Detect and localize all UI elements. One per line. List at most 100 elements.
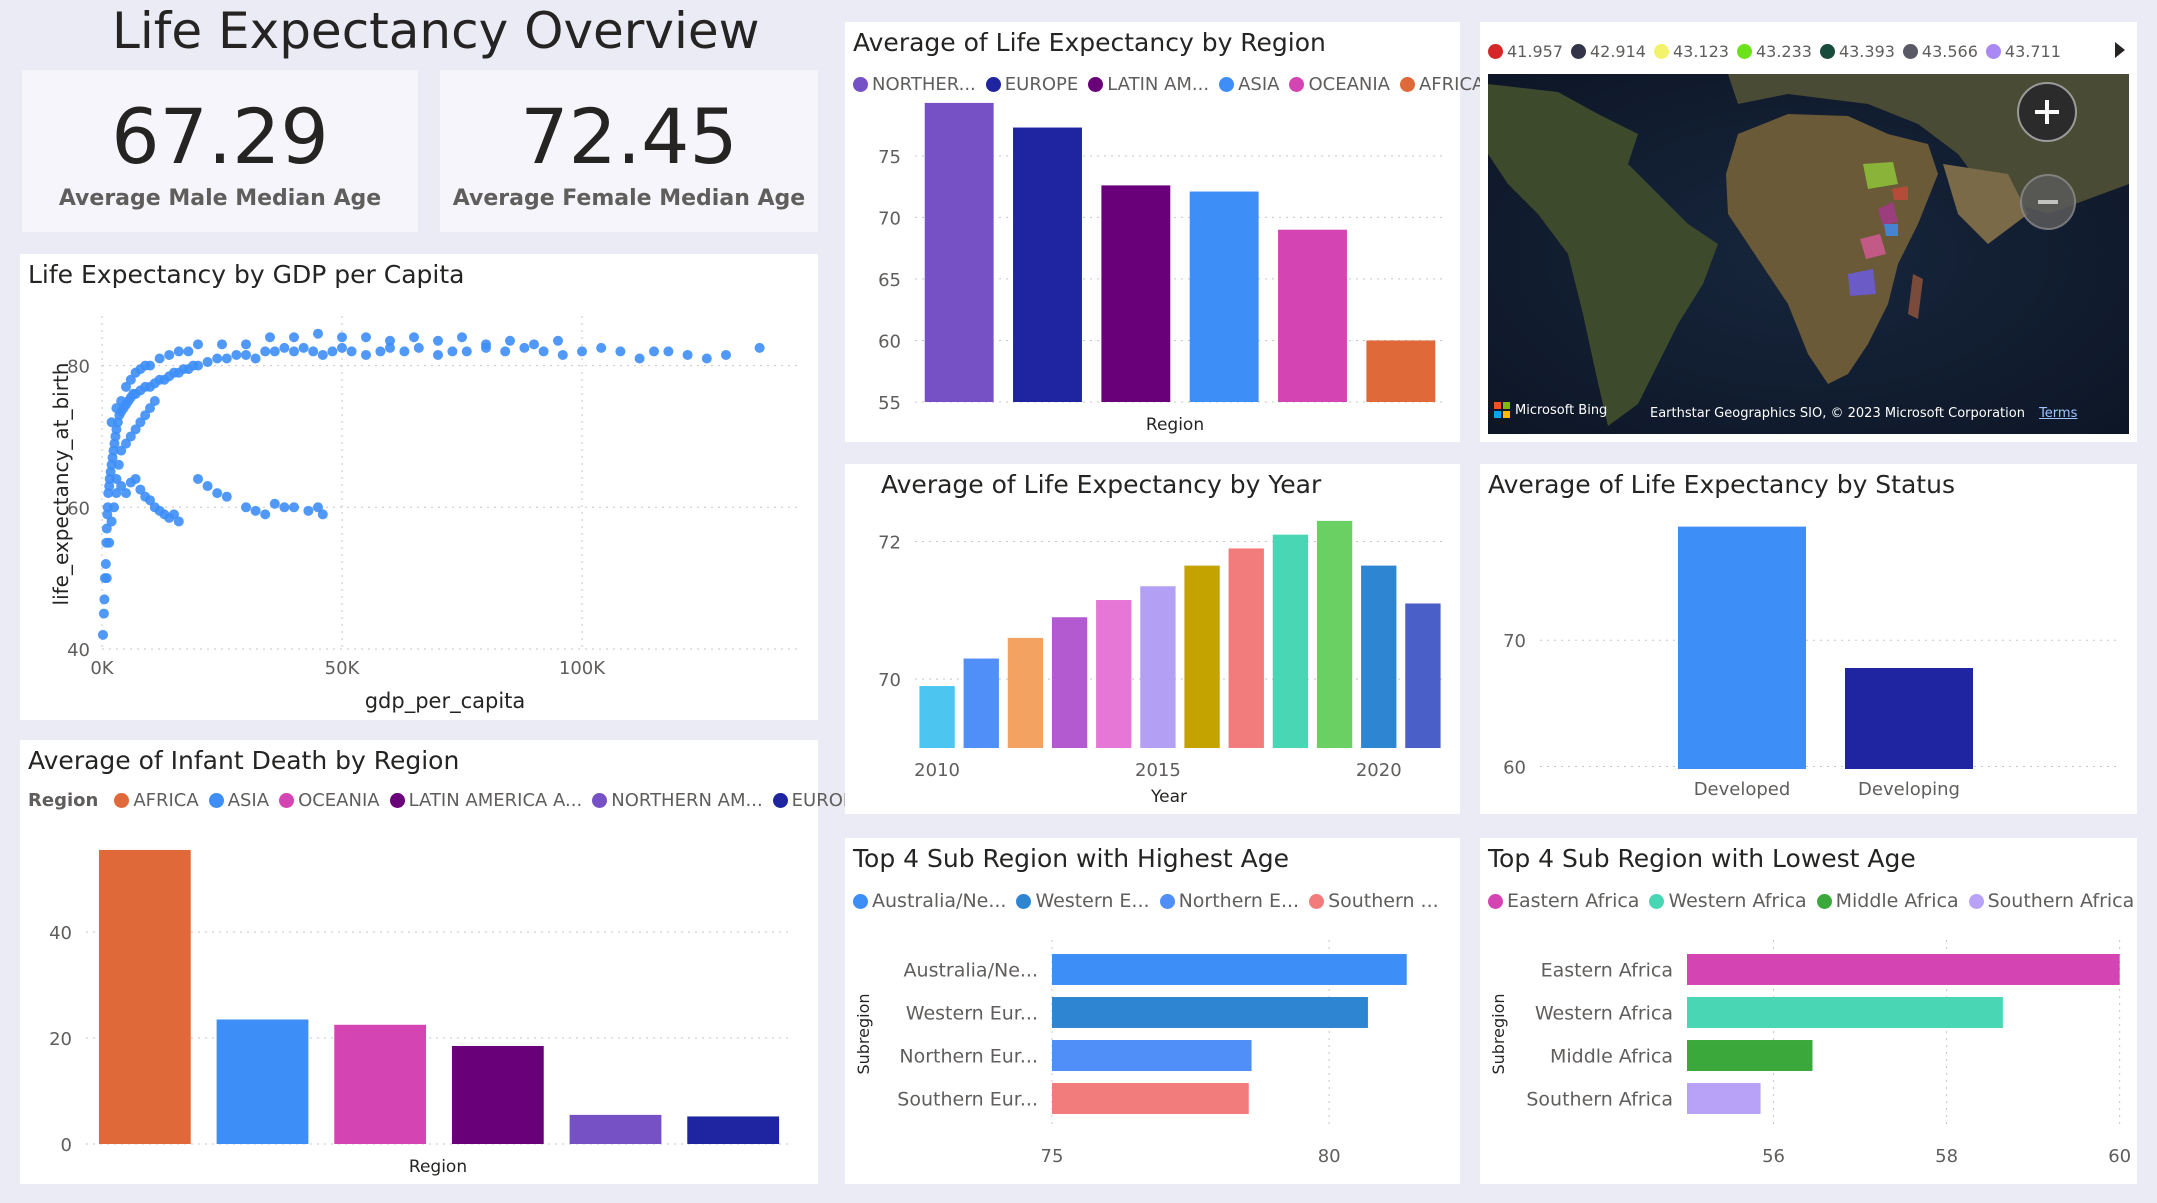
map-legend-swatch xyxy=(1736,44,1752,59)
map-legend-label: 42.914 xyxy=(1589,42,1646,61)
map-legend-item[interactable]: 43.123 xyxy=(1653,42,1729,61)
map-legend-item[interactable]: 43.233 xyxy=(1736,42,1812,61)
top-low-bar xyxy=(1687,1083,1761,1114)
region-card[interactable]: Average of Life Expectancy by Region NOR… xyxy=(845,22,1484,442)
top-low-card[interactable]: Top 4 Sub Region with Lowest Age Eastern… xyxy=(1480,838,2137,1184)
scatter-point xyxy=(106,417,117,428)
scatter-point xyxy=(457,332,467,343)
scatter-card[interactable]: Life Expectancy by GDP per Capita 40 60 80… xyxy=(20,254,818,720)
map-legend-next-icon[interactable] xyxy=(2115,42,2125,58)
kpi-female-label: Average Female Median Age xyxy=(452,186,806,211)
bing-logo: Microsoft Bing xyxy=(1494,402,1607,418)
scatter-chart[interactable]: 4060800K 50K 100Kgdp_per_capitalife_expect… xyxy=(20,254,818,720)
scatter-point xyxy=(202,357,213,368)
year-ytick-label: 70 xyxy=(878,670,901,691)
scatter-point xyxy=(317,349,328,360)
map-legend-label: 43.566 xyxy=(1921,42,1978,61)
scatter-point xyxy=(221,491,232,502)
scatter-point xyxy=(212,488,223,499)
scatter-point xyxy=(519,342,530,353)
infant-bar xyxy=(216,1019,309,1144)
year-bar xyxy=(1007,637,1044,748)
scatter-point xyxy=(313,328,323,339)
top-low-chart[interactable]: 56 58 60 Eastern Africa Western Africa Middle… xyxy=(1480,838,2137,1184)
scatter-point xyxy=(241,502,251,513)
scatter-point xyxy=(111,488,122,499)
map-legend-item[interactable]: 42.914 xyxy=(1570,42,1646,61)
status-xtick-label: Developed xyxy=(1694,779,1791,800)
scatter-point xyxy=(615,346,626,357)
map-legend-label: 43.393 xyxy=(1838,42,1895,61)
status-bar xyxy=(1845,668,1973,769)
map-legend-label: 43.233 xyxy=(1755,42,1812,61)
scatter-point xyxy=(538,346,549,357)
scatter-xtick-label: 100K xyxy=(559,658,606,679)
map-legend-item[interactable]: 43.566 xyxy=(1902,42,1978,61)
zoom-in-button[interactable] xyxy=(2017,82,2077,142)
year-bar xyxy=(1361,565,1397,748)
scatter-point xyxy=(327,346,338,357)
scatter-point xyxy=(346,346,357,357)
scatter-point xyxy=(461,346,472,357)
scatter-point xyxy=(202,481,213,492)
map-attribution-text: Earthstar Geographics SIO, © 2023 Micros… xyxy=(1650,406,2025,421)
scatter-point xyxy=(481,339,491,350)
scatter-point xyxy=(101,573,112,584)
map-legend-item[interactable]: 43.711 xyxy=(1985,42,2061,61)
map-legend-swatch xyxy=(1488,44,1503,59)
scatter-point xyxy=(721,349,731,360)
scatter-point xyxy=(106,516,117,527)
scatter-point xyxy=(663,346,674,357)
region-chart[interactable]: 55 60 65 70 75 Region xyxy=(845,22,1460,442)
scatter-point xyxy=(212,353,223,364)
scatter-point xyxy=(241,349,251,360)
top-high-bar xyxy=(1052,1040,1252,1071)
top-high-card[interactable]: Top 4 Sub Region with Highest Age Austra… xyxy=(845,838,1460,1184)
year-chart[interactable]: 70 72 2010 2015 2020 Year xyxy=(845,464,1460,814)
top-high-chart[interactable]: 75 80 Australia/Ne... Western Eur... Norther… xyxy=(845,838,1460,1184)
map-card[interactable]: 41.957 42.914 43.123 43.233 43.393 43.566 43.7… xyxy=(1480,22,2137,442)
scatter-point xyxy=(217,339,227,350)
scatter-point xyxy=(116,396,127,407)
year-bar xyxy=(1228,548,1264,748)
scatter-point xyxy=(250,505,261,516)
scatter-point xyxy=(754,342,765,353)
scatter-point xyxy=(260,509,271,520)
infant-card[interactable]: Average of Infant Death by Region Region… xyxy=(20,740,865,1184)
scatter-point xyxy=(100,558,111,569)
scatter-point xyxy=(289,332,299,343)
map-terms-link[interactable]: Terms xyxy=(2039,406,2077,421)
year-bar xyxy=(1140,586,1176,748)
scatter-point xyxy=(289,502,299,513)
region-bar xyxy=(1366,340,1436,402)
infant-bar xyxy=(451,1045,544,1144)
scatter-point xyxy=(183,346,194,357)
scatter-point xyxy=(130,473,141,484)
top-high-xtick-label: 80 xyxy=(1318,1146,1341,1167)
kpi-card-male[interactable]: 67.29 Average Male Median Age xyxy=(22,70,418,232)
bing-label: Microsoft Bing xyxy=(1515,402,1608,418)
year-xtick-label: 2020 xyxy=(1356,760,1402,781)
region-bar xyxy=(924,102,994,402)
map-legend-item[interactable]: 41.957 xyxy=(1488,42,1563,61)
scatter-point xyxy=(682,349,693,360)
year-card[interactable]: Average of Life Expectancy by Year 70 72 2… xyxy=(845,464,1460,814)
year-xtick-label: 2015 xyxy=(1135,760,1181,781)
year-bar xyxy=(1405,603,1441,748)
infant-chart[interactable]: 0 20 40 Region xyxy=(20,740,818,1184)
zoom-out-button[interactable] xyxy=(2020,174,2076,230)
status-chart[interactable]: 60 70 Developed Developing xyxy=(1480,464,2137,814)
kpi-card-female[interactable]: 72.45 Average Female Median Age xyxy=(440,70,818,232)
scatter-point xyxy=(447,346,458,357)
top-low-xtick-label: 58 xyxy=(1935,1146,1958,1167)
status-card[interactable]: Average of Life Expectancy by Status 60 7… xyxy=(1480,464,2137,814)
map-legend-swatch xyxy=(1570,44,1586,59)
scatter-point xyxy=(164,349,175,360)
scatter-point xyxy=(553,335,563,346)
top-high-yaxis-label: Subregion xyxy=(854,993,873,1074)
top-low-category-label: Eastern Africa xyxy=(1541,960,1673,982)
status-ytick-label: 60 xyxy=(1503,757,1526,778)
map-legend: 41.957 42.914 43.123 43.233 43.393 43.566 43.7… xyxy=(1488,42,2061,61)
map-legend-item[interactable]: 43.393 xyxy=(1819,42,1895,61)
map-legend-swatch xyxy=(1653,44,1669,59)
